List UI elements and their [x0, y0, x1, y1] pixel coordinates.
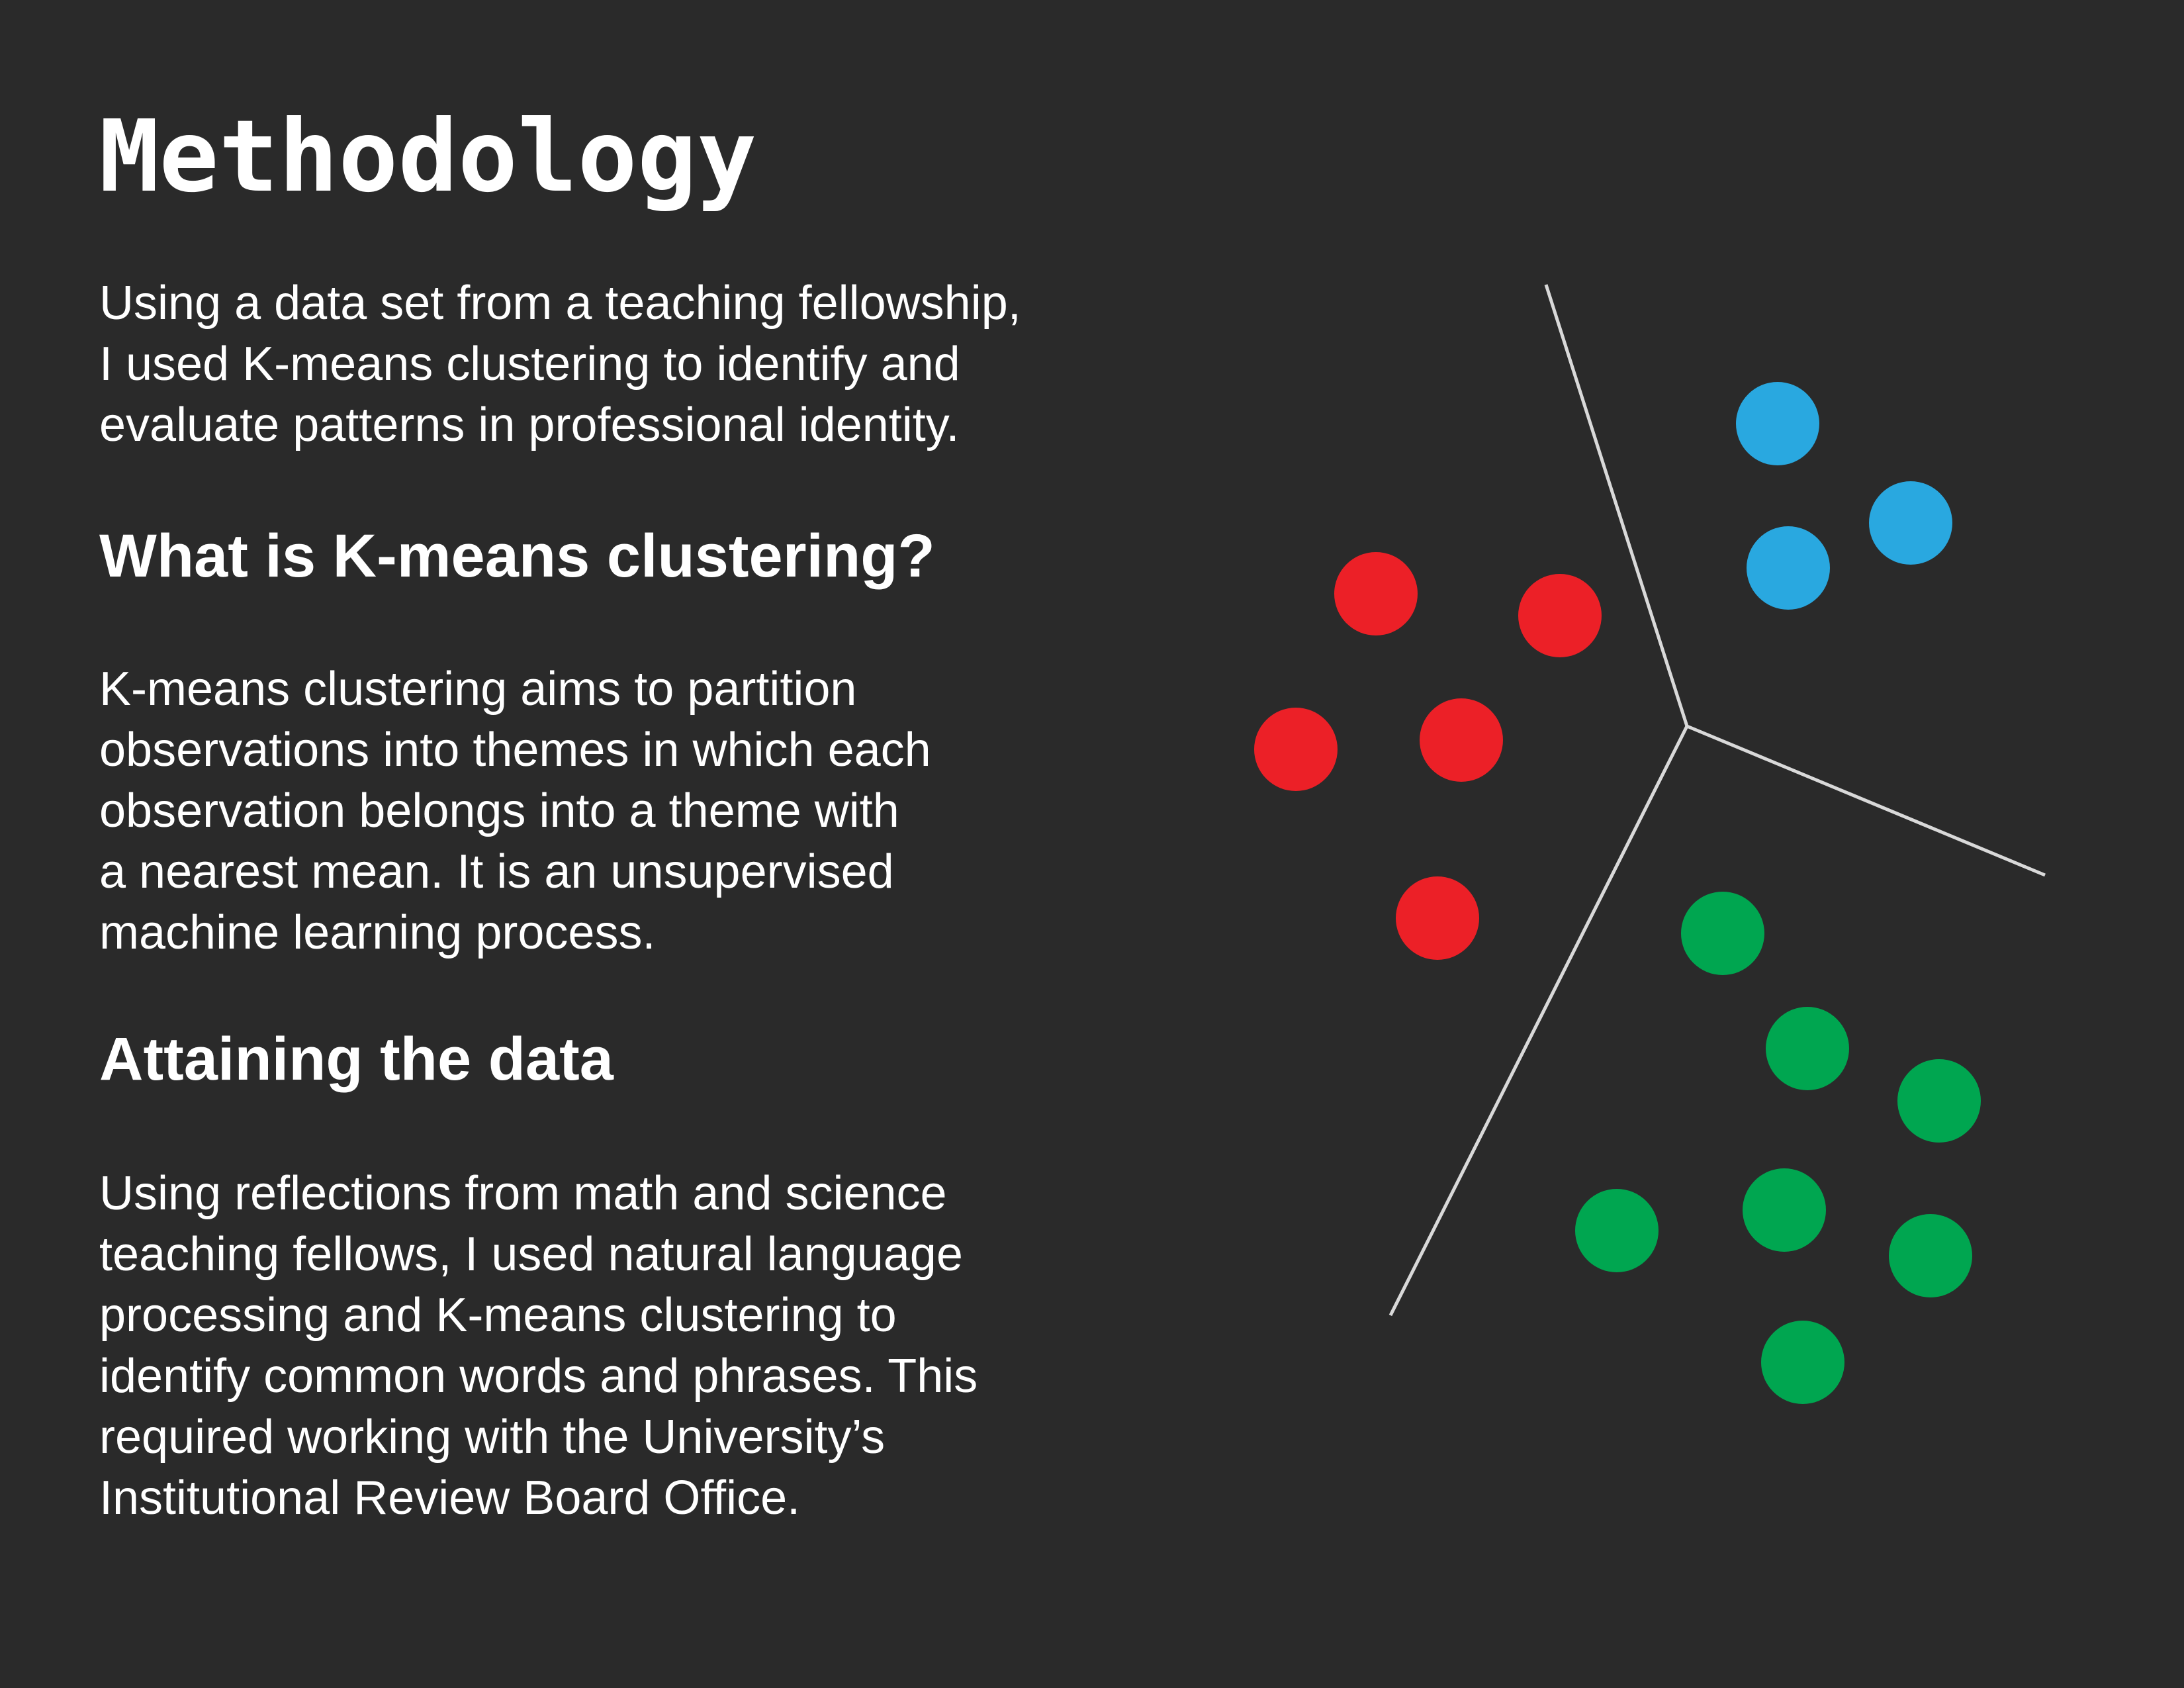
green-point: [1761, 1321, 1844, 1404]
red-point: [1334, 552, 1418, 635]
methodology-page: Methodology Using a data set from a teac…: [0, 0, 2184, 1688]
kmeans-section-heading: What is K-means clustering?: [99, 522, 935, 590]
green-point: [1889, 1214, 1972, 1297]
boundary-line-right: [1686, 724, 2046, 877]
blue-point: [1736, 382, 1819, 465]
red-point: [1518, 574, 1602, 657]
red-point: [1420, 698, 1503, 782]
green-point: [1681, 892, 1764, 975]
green-point: [1575, 1189, 1659, 1272]
green-point: [1743, 1168, 1826, 1252]
green-point: [1766, 1007, 1849, 1090]
red-point: [1396, 876, 1479, 960]
data-section-body: Using reflections from math and science …: [99, 1167, 978, 1524]
red-point: [1254, 708, 1338, 791]
boundary-line-top: [1544, 284, 1689, 727]
red-cluster: [1254, 552, 1602, 960]
cluster-boundaries: [1388, 284, 2046, 1317]
kmeans-section-body: K-means clustering aims to partition obs…: [99, 663, 931, 959]
page-title: Methodology: [99, 99, 757, 214]
green-cluster: [1575, 892, 1981, 1404]
intro-paragraph: Using a data set from a teaching fellows…: [99, 277, 1021, 451]
blue-cluster: [1736, 382, 1952, 610]
blue-point: [1869, 481, 1952, 565]
data-section-heading: Attaining the data: [99, 1025, 614, 1093]
green-point: [1897, 1059, 1981, 1143]
blue-point: [1747, 526, 1830, 610]
